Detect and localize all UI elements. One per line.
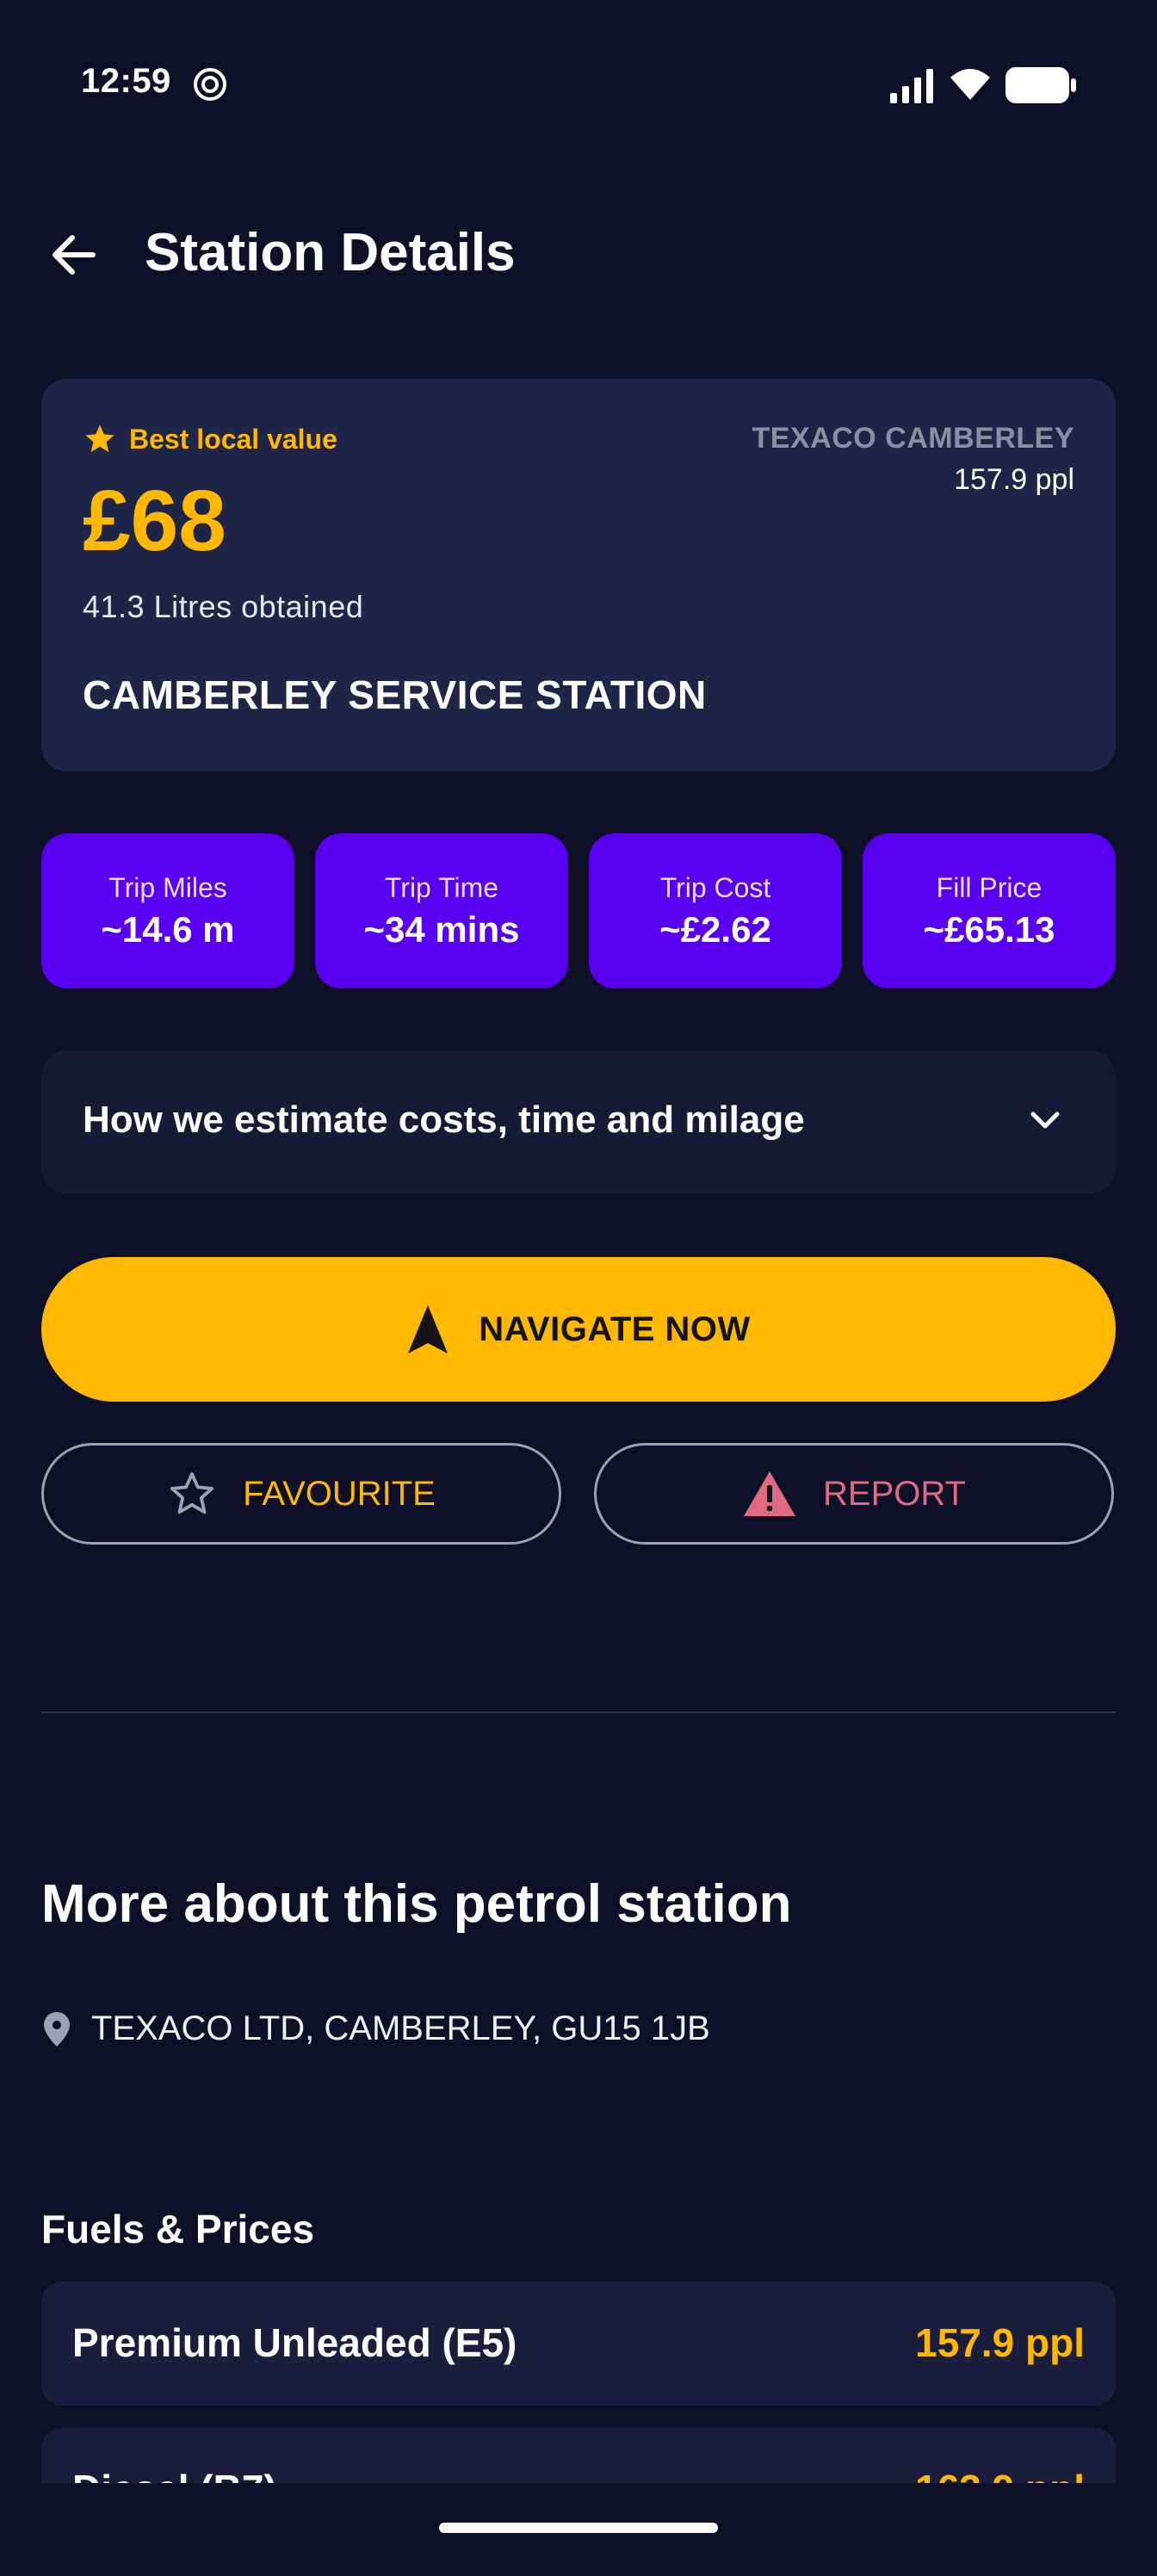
estimate-info-accordion[interactable]: How we estimate costs, time and milage	[41, 1050, 1116, 1193]
navigate-now-label: NAVIGATE NOW	[479, 1310, 751, 1348]
fuel-row[interactable]: Diesel (B7) 163.9 ppl	[41, 2428, 1116, 2483]
tile-label: Trip Miles	[108, 871, 227, 903]
chevron-down-icon	[1030, 1112, 1060, 1129]
warning-icon	[744, 1471, 796, 1516]
section-divider	[41, 1712, 1116, 1713]
accordion-label: How we estimate costs, time and milage	[83, 1099, 805, 1141]
tile-value: ~£65.13	[923, 908, 1055, 950]
best-value-badge: Best local value	[83, 422, 337, 456]
tile-label: Trip Time	[384, 871, 499, 903]
station-name: CAMBERLEY SERVICE STATION	[83, 672, 707, 717]
page-title: Station Details	[145, 223, 516, 282]
favourite-button[interactable]: FAVOURITE	[41, 1443, 561, 1545]
navigation-arrow-icon	[408, 1305, 449, 1353]
station-address: TEXACO LTD, CAMBERLEY, GU15 1JB	[41, 2009, 710, 2048]
more-about-heading: More about this petrol station	[41, 1874, 792, 1934]
back-arrow-icon[interactable]	[48, 229, 100, 281]
trip-stats: Trip Miles ~14.6 m Trip Time ~34 mins Tr…	[41, 833, 1116, 988]
wifi-icon	[950, 69, 990, 100]
trip-miles-tile: Trip Miles ~14.6 m	[41, 833, 294, 988]
summary-card: Best local value £68 41.3 Litres obtaine…	[41, 379, 1116, 771]
tile-value: ~14.6 m	[101, 908, 235, 950]
battery-icon	[1005, 67, 1076, 103]
fuel-price: 163.9 ppl	[915, 2466, 1085, 2483]
tile-value: ~34 mins	[363, 908, 520, 950]
litres-obtained: 41.3 Litres obtained	[83, 589, 364, 624]
price-per-litre: 157.9 ppl	[954, 463, 1074, 496]
best-value-label: Best local value	[129, 423, 337, 455]
fill-price-tile: Fill Price ~£65.13	[863, 833, 1116, 988]
status-bar: 12:59	[0, 0, 1157, 172]
status-time: 12:59	[81, 62, 171, 100]
fuel-price: 157.9 ppl	[915, 2320, 1085, 2365]
estimated-price: £68	[83, 473, 226, 569]
tile-label: Fill Price	[936, 871, 1043, 903]
report-button[interactable]: REPORT	[594, 1443, 1114, 1545]
address-text: TEXACO LTD, CAMBERLEY, GU15 1JB	[91, 2009, 710, 2047]
star-outline-icon	[170, 1472, 214, 1514]
fuel-name: Premium Unleaded (E5)	[72, 2320, 517, 2365]
signal-icon	[890, 69, 933, 103]
tile-value: ~£2.62	[659, 908, 771, 950]
fuels-prices-heading: Fuels & Prices	[41, 2207, 315, 2251]
star-icon	[85, 424, 114, 452]
home-indicator[interactable]	[439, 2523, 718, 2533]
location-pin-icon	[44, 2011, 70, 2047]
fuel-row[interactable]: Premium Unleaded (E5) 157.9 ppl	[41, 2282, 1116, 2406]
tile-label: Trip Cost	[659, 871, 771, 903]
trip-time-tile: Trip Time ~34 mins	[315, 833, 568, 988]
fuel-name: Diesel (B7)	[72, 2466, 277, 2483]
station-brand: TEXACO CAMBERLEY	[752, 422, 1074, 455]
favourite-label: FAVOURITE	[243, 1474, 436, 1513]
navigate-now-button[interactable]: NAVIGATE NOW	[41, 1257, 1116, 1402]
fuel-list: Premium Unleaded (E5) 157.9 ppl Diesel (…	[0, 2282, 1157, 2483]
report-label: REPORT	[823, 1474, 966, 1513]
hotspot-icon	[194, 68, 226, 101]
trip-cost-tile: Trip Cost ~£2.62	[589, 833, 842, 988]
